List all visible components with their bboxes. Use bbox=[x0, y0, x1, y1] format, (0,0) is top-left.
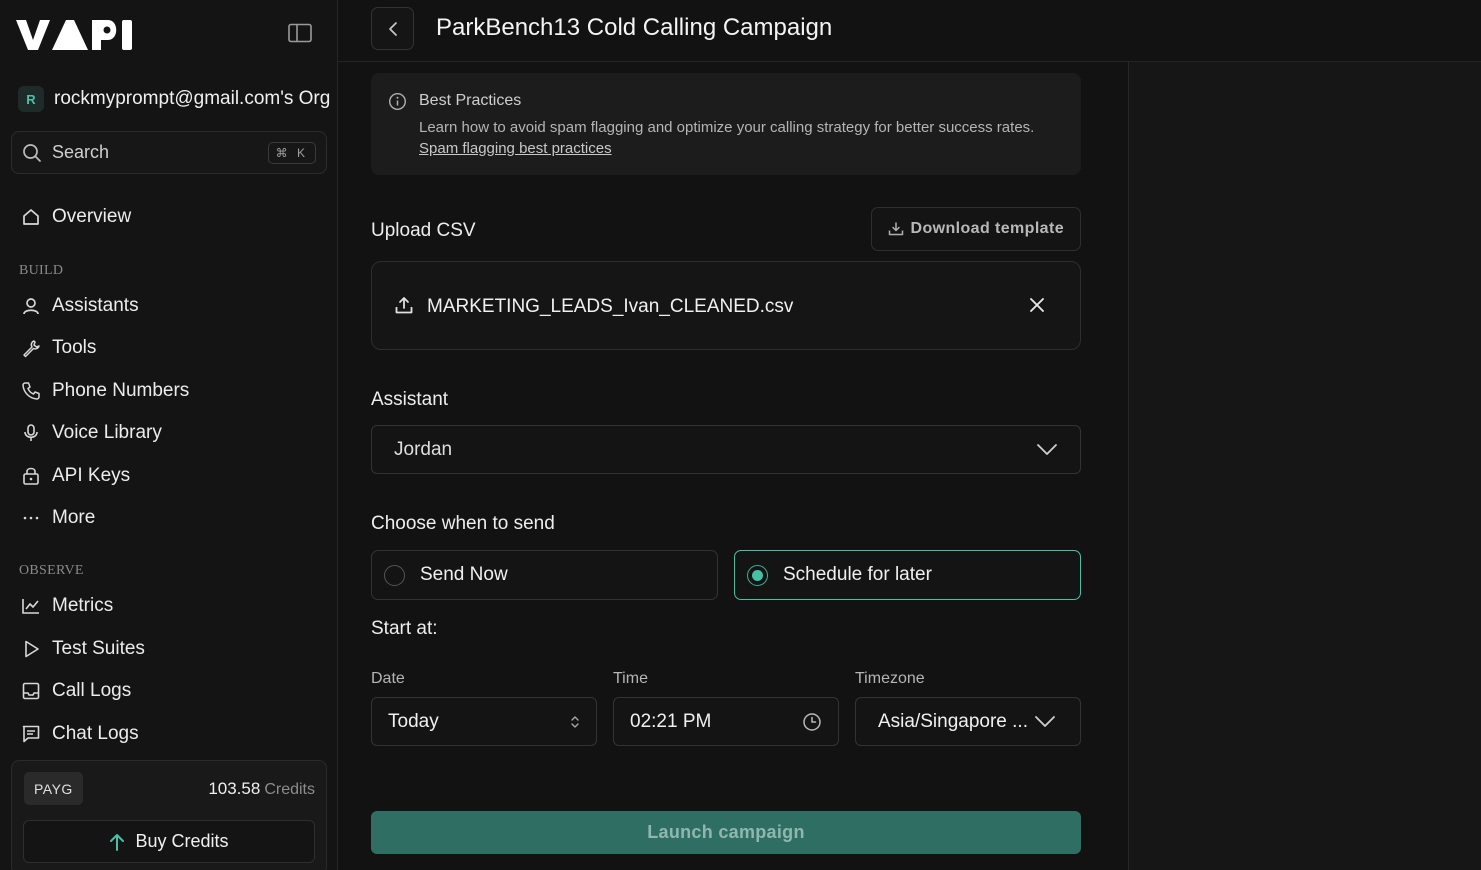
panel-left-icon bbox=[288, 23, 312, 43]
best-practices-title: Best Practices bbox=[419, 92, 522, 109]
sidebar-item-chat-logs[interactable]: Chat Logs bbox=[12, 716, 326, 752]
best-practices-card: Best Practices Learn how to avoid spam f… bbox=[371, 73, 1081, 175]
send-now-label: Send Now bbox=[420, 564, 508, 585]
credits-amount: 103.58 bbox=[208, 779, 261, 798]
sidebar-item-phone-numbers[interactable]: Phone Numbers bbox=[12, 373, 326, 409]
sidebar-item-label: Phone Numbers bbox=[52, 380, 190, 401]
section-label-observe: OBSERVE bbox=[19, 563, 84, 578]
date-value: Today bbox=[388, 710, 439, 732]
close-icon[interactable] bbox=[1028, 296, 1046, 314]
assistant-select[interactable]: Jordan bbox=[371, 425, 1081, 474]
sidebar-toggle-button[interactable] bbox=[287, 22, 313, 44]
uploaded-file[interactable]: MARKETING_LEADS_Ivan_CLEANED.csv bbox=[371, 261, 1081, 350]
page-title: ParkBench13 Cold Calling Campaign bbox=[436, 14, 833, 41]
sidebar-item-assistants[interactable]: Assistants bbox=[12, 288, 326, 324]
launch-campaign-button[interactable]: Launch campaign bbox=[371, 811, 1081, 854]
sidebar-item-label: More bbox=[52, 507, 96, 528]
sidebar-item-label: API Keys bbox=[52, 465, 131, 486]
radio-button[interactable] bbox=[384, 564, 405, 586]
radio-button-selected[interactable] bbox=[747, 564, 768, 586]
line-chart-icon bbox=[20, 595, 42, 617]
arrow-up-icon bbox=[110, 833, 125, 851]
sidebar-item-tools[interactable]: Tools bbox=[12, 330, 326, 366]
time-value: 02:21 PM bbox=[630, 710, 712, 732]
upload-csv-label: Upload CSV bbox=[371, 220, 476, 241]
sidebar-item-voice-library[interactable]: Voice Library bbox=[12, 415, 326, 451]
credits-card: PAYG 103.58 Credits Buy Credits bbox=[11, 760, 327, 870]
send-now-option[interactable]: Send Now bbox=[371, 550, 718, 600]
schedule-later-option[interactable]: Schedule for later bbox=[734, 550, 1081, 600]
sidebar: R rockmyprompt@gmail.com's Org Search ⌘ … bbox=[0, 0, 338, 870]
search-icon bbox=[23, 143, 41, 162]
buy-credits-label: Buy Credits bbox=[135, 831, 229, 851]
ellipsis-icon bbox=[20, 507, 42, 529]
chevron-down-icon bbox=[1037, 443, 1057, 455]
play-icon bbox=[20, 638, 42, 660]
best-practices-description: Learn how to avoid spam flagging and opt… bbox=[419, 119, 1035, 136]
send-time-label: Choose when to send bbox=[371, 513, 555, 534]
date-label: Date bbox=[371, 670, 405, 687]
sidebar-item-metrics[interactable]: Metrics bbox=[12, 588, 326, 624]
org-name: rockmyprompt@gmail.com's Org bbox=[54, 88, 331, 109]
sidebar-item-label: Metrics bbox=[52, 595, 114, 616]
sidebar-item-call-logs[interactable]: Call Logs bbox=[12, 673, 326, 709]
timezone-label: Timezone bbox=[855, 670, 925, 687]
buy-credits-button[interactable]: Buy Credits bbox=[23, 820, 315, 863]
section-label-build: BUILD bbox=[19, 263, 64, 278]
page-header: ParkBench13 Cold Calling Campaign bbox=[338, 0, 1481, 62]
assistant-selected: Jordan bbox=[394, 438, 453, 460]
app-root: R rockmyprompt@gmail.com's Org Search ⌘ … bbox=[0, 0, 1481, 870]
back-button[interactable] bbox=[371, 7, 414, 50]
chevron-down-icon bbox=[1035, 715, 1055, 727]
inbox-icon bbox=[20, 680, 42, 702]
vapi-logo bbox=[16, 20, 132, 50]
download-template-button[interactable]: Download template bbox=[870, 207, 1081, 251]
phone-icon bbox=[20, 380, 42, 402]
sidebar-item-label: Test Suites bbox=[52, 638, 145, 659]
home-icon bbox=[20, 206, 42, 228]
right-pane bbox=[1128, 62, 1481, 870]
time-label: Time bbox=[613, 670, 648, 687]
date-select[interactable]: Today bbox=[371, 697, 597, 746]
sidebar-item-label: Voice Library bbox=[52, 422, 162, 443]
schedule-later-label: Schedule for later bbox=[783, 564, 932, 585]
wrench-icon bbox=[20, 337, 42, 359]
sidebar-item-label: Assistants bbox=[52, 295, 139, 316]
org-avatar: R bbox=[18, 86, 44, 112]
clock-icon bbox=[803, 712, 821, 731]
plan-badge: PAYG bbox=[24, 772, 83, 805]
sidebar-item-label: Overview bbox=[52, 206, 132, 227]
start-at-label: Start at: bbox=[371, 618, 438, 639]
chevron-up-down-icon bbox=[571, 715, 579, 728]
timezone-select[interactable]: Asia/Singapore ... bbox=[855, 697, 1081, 746]
sidebar-item-label: Call Logs bbox=[52, 680, 132, 701]
message-icon bbox=[20, 723, 42, 745]
sidebar-item-label: Tools bbox=[52, 337, 97, 358]
org-switcher[interactable]: R rockmyprompt@gmail.com's Org bbox=[18, 84, 333, 114]
info-icon bbox=[388, 92, 407, 111]
download-template-label: Download template bbox=[910, 220, 1064, 237]
sidebar-item-more[interactable]: More bbox=[12, 500, 326, 536]
spam-flagging-link[interactable]: Spam flagging best practices bbox=[419, 140, 612, 157]
timezone-value: Asia/Singapore ... bbox=[878, 710, 1028, 732]
user-icon bbox=[20, 295, 42, 317]
microphone-icon bbox=[20, 422, 42, 444]
assistant-label: Assistant bbox=[371, 389, 449, 410]
upload-icon bbox=[395, 297, 413, 314]
sidebar-item-test-suites[interactable]: Test Suites bbox=[12, 631, 326, 667]
file-name: MARKETING_LEADS_Ivan_CLEANED.csv bbox=[427, 296, 794, 317]
sidebar-item-api-keys[interactable]: API Keys bbox=[12, 458, 326, 494]
sidebar-item-overview[interactable]: Overview bbox=[12, 199, 326, 235]
sidebar-item-label: Chat Logs bbox=[52, 723, 139, 744]
search-shortcut: ⌘ K bbox=[267, 141, 316, 164]
search-placeholder: Search bbox=[52, 142, 110, 162]
download-icon bbox=[888, 222, 903, 236]
credits-balance: 103.58 Credits bbox=[208, 779, 315, 799]
time-input[interactable]: 02:21 PM bbox=[613, 697, 839, 746]
lock-icon bbox=[20, 465, 42, 487]
credits-unit: Credits bbox=[264, 781, 315, 798]
search-input[interactable]: Search ⌘ K bbox=[11, 131, 327, 174]
chevron-left-icon bbox=[388, 21, 397, 36]
